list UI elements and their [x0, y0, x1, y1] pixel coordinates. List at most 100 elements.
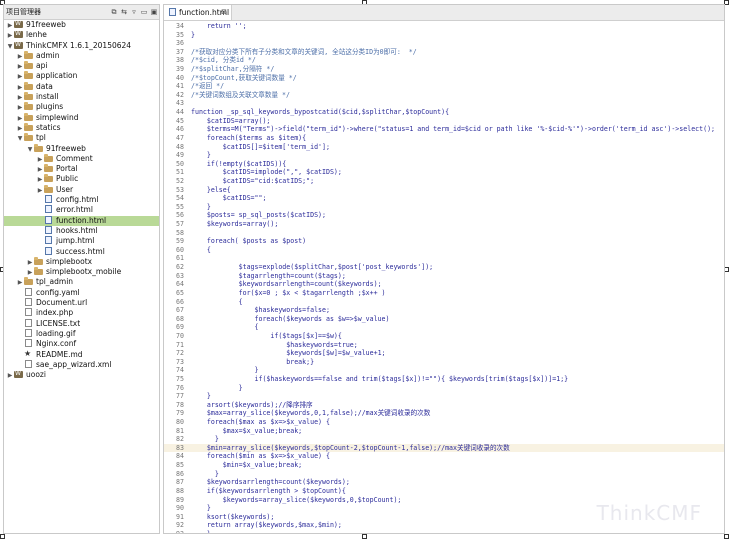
- link-editor-icon[interactable]: ⇆: [119, 8, 129, 16]
- code-line[interactable]: 34 return '';: [164, 22, 724, 31]
- view-menu-icon[interactable]: ▿: [129, 8, 139, 16]
- tree-item[interactable]: ▼ tpl: [4, 133, 159, 143]
- tree-item[interactable]: ▶ Comment: [4, 153, 159, 164]
- tree-item[interactable]: ▶ User: [4, 184, 159, 195]
- code-line[interactable]: 51 $catIDS=implode(",", $catIDS);: [164, 168, 724, 177]
- code-line[interactable]: 66 {: [164, 298, 724, 307]
- tree-item[interactable]: ▶ plugins: [4, 102, 159, 112]
- tree-item[interactable]: config.html: [4, 195, 159, 205]
- tree-item[interactable]: ▶ data: [4, 81, 159, 92]
- code-line[interactable]: 87 $keywordsarrlength=count($keywords);: [164, 478, 724, 487]
- tree-item[interactable]: ▶lenhe: [4, 30, 159, 40]
- tree-item[interactable]: ▶ simplewind: [4, 112, 159, 123]
- code-line[interactable]: 67 $haskeywords=false;: [164, 306, 724, 315]
- resize-handle[interactable]: [0, 534, 5, 539]
- code-line[interactable]: 74 }: [164, 366, 724, 375]
- tree-item[interactable]: LICENSE.txt: [4, 318, 159, 329]
- code-line[interactable]: 43: [164, 99, 724, 108]
- code-line[interactable]: 46 $terms=M("Terms")->field("term_id")->…: [164, 125, 724, 134]
- tree-item[interactable]: success.html: [4, 246, 159, 257]
- close-tab-icon[interactable]: ⊠: [221, 5, 227, 20]
- code-line[interactable]: 76 }: [164, 384, 724, 393]
- tree-item[interactable]: ▶ uoozi: [4, 370, 159, 380]
- code-line[interactable]: 73 break;}: [164, 358, 724, 367]
- tree-item[interactable]: ▶ application: [4, 71, 159, 81]
- code-line[interactable]: 86 }: [164, 470, 724, 479]
- tree-item[interactable]: error.html: [4, 205, 159, 215]
- tree-item[interactable]: ▶ api: [4, 61, 159, 71]
- tree-item[interactable]: ▶ simplebootx_mobile: [4, 267, 159, 277]
- maximize-icon[interactable]: ▣: [149, 8, 159, 16]
- code-line[interactable]: 49 }: [164, 151, 724, 160]
- tree-item[interactable]: ▶ tpl_admin: [4, 277, 159, 287]
- tree-item[interactable]: ▼ThinkCMFX 1.6.1_20150624: [4, 41, 159, 51]
- code-line[interactable]: 42 /*关键词数组及关联文章数量 */: [164, 91, 724, 100]
- tree-item[interactable]: Document.url: [4, 298, 159, 308]
- code-line[interactable]: 52 $catIDS="cid:$catIDS;";: [164, 177, 724, 186]
- code-line[interactable]: 80 foreach($max as $x=>$x_value) {: [164, 418, 724, 427]
- tree-item[interactable]: README.md: [4, 349, 159, 360]
- tree-item[interactable]: ▶ Public: [4, 174, 159, 184]
- code-line[interactable]: 38 /*$cid, 分类id */: [164, 56, 724, 65]
- collapsed-arrow-icon[interactable]: ▶: [6, 371, 14, 381]
- code-line[interactable]: 55 }: [164, 203, 724, 212]
- code-line[interactable]: 44 function _sp_sql_keywords_bypostcatid(…: [164, 108, 724, 117]
- tree-item[interactable]: config.yaml: [4, 287, 159, 298]
- code-line[interactable]: 56 $posts= sp_sql_posts($catIDS);: [164, 211, 724, 220]
- code-line[interactable]: 69 {: [164, 323, 724, 332]
- minimize-icon[interactable]: ▭: [139, 8, 149, 16]
- code-line[interactable]: 75 if($haskeywords==false and trim($tags…: [164, 375, 724, 384]
- tree-item[interactable]: ▶ admin: [4, 50, 159, 61]
- code-line[interactable]: 48 $catIDS[]=$item['term_id'];: [164, 143, 724, 152]
- code-line[interactable]: 60 {: [164, 246, 724, 255]
- code-line[interactable]: 50 if(!empty($catIDS)){: [164, 160, 724, 169]
- tree-item[interactable]: hooks.html: [4, 225, 159, 236]
- code-line[interactable]: 45 $catIDS=array();: [164, 117, 724, 126]
- code-line[interactable]: 81 $max=$x_value;break;: [164, 427, 724, 436]
- code-line[interactable]: 79 $max=array_slice($keywords,0,1,false)…: [164, 409, 724, 418]
- code-line[interactable]: 83 $min=array_slice($keywords,$topCount-…: [164, 443, 724, 453]
- tree-item[interactable]: ▶ statics: [4, 122, 159, 133]
- code-line[interactable]: 77 }: [164, 392, 724, 401]
- tree-item[interactable]: ▼ 91freeweb: [4, 143, 159, 154]
- tree-item[interactable]: ▶ install: [4, 92, 159, 102]
- resize-handle[interactable]: [724, 534, 729, 539]
- tree-item[interactable]: ▶ Portal: [4, 164, 159, 174]
- code-line[interactable]: 62 $tags=explode($splitChar,$post['post_…: [164, 263, 724, 272]
- resize-handle[interactable]: [362, 534, 367, 539]
- code-editor[interactable]: 34 return ''; 35} 36 37/*获取对应分类下所有子分类和文章的关键…: [164, 22, 724, 533]
- code-line[interactable]: 57 $keywords=array();: [164, 220, 724, 229]
- code-line[interactable]: 40 /*$topCount,获取关键词数量 */: [164, 74, 724, 83]
- code-line[interactable]: 47 foreach($terms as $item){: [164, 134, 724, 143]
- code-line[interactable]: 70 if($tags[$x]==$w){: [164, 332, 724, 341]
- tree-item[interactable]: index.php: [4, 308, 159, 318]
- code-line[interactable]: 63 $tagarrlength=count($tags);: [164, 272, 724, 281]
- tree-item[interactable]: ▶91freeweb: [4, 20, 159, 30]
- code-line[interactable]: 61: [164, 254, 724, 263]
- code-line[interactable]: 71 $haskeywords=true;: [164, 341, 724, 350]
- code-line[interactable]: 88 if($keywordsarrlength > $topCount){: [164, 487, 724, 496]
- tree-item[interactable]: function.html: [4, 215, 159, 226]
- code-line[interactable]: 59 foreach( $posts as $post): [164, 237, 724, 246]
- code-line[interactable]: 54 $catIDS="";: [164, 194, 724, 203]
- code-line[interactable]: 41 /*返回 */: [164, 82, 724, 91]
- code-line[interactable]: 82 }: [164, 435, 724, 444]
- collapse-all-icon[interactable]: ⧉: [109, 8, 119, 17]
- code-line[interactable]: 39 /*$splitChar,分隔符 */: [164, 65, 724, 74]
- tree-item[interactable]: jump.html: [4, 236, 159, 246]
- code-line[interactable]: 35}: [164, 31, 724, 40]
- code-line[interactable]: 64 $keywordsarrlength=count($keywords);: [164, 280, 724, 289]
- code-line[interactable]: 65 for($x=0 ; $x < $tagarrlength ;$x++ ): [164, 289, 724, 298]
- code-line[interactable]: 93 }: [164, 530, 724, 533]
- tree-item[interactable]: ▶ simplebootx: [4, 256, 159, 267]
- code-line[interactable]: 72 $keywords[$w]=$w_value+1;: [164, 349, 724, 358]
- tab-function-html[interactable]: function.html ⊠: [164, 5, 232, 20]
- code-line[interactable]: 58: [164, 229, 724, 238]
- code-line[interactable]: 68 foreach($keywords as $w=>$w_value): [164, 315, 724, 324]
- code-line[interactable]: 85 $min=$x_value;break;: [164, 461, 724, 470]
- tree-item[interactable]: sae_app_wizard.xml: [4, 359, 159, 370]
- tree-item[interactable]: loading.gif: [4, 328, 159, 339]
- code-line[interactable]: 36: [164, 39, 724, 48]
- code-line[interactable]: 84 foreach($min as $x=>$x_value) {: [164, 452, 724, 461]
- code-line[interactable]: 53 }else{: [164, 186, 724, 195]
